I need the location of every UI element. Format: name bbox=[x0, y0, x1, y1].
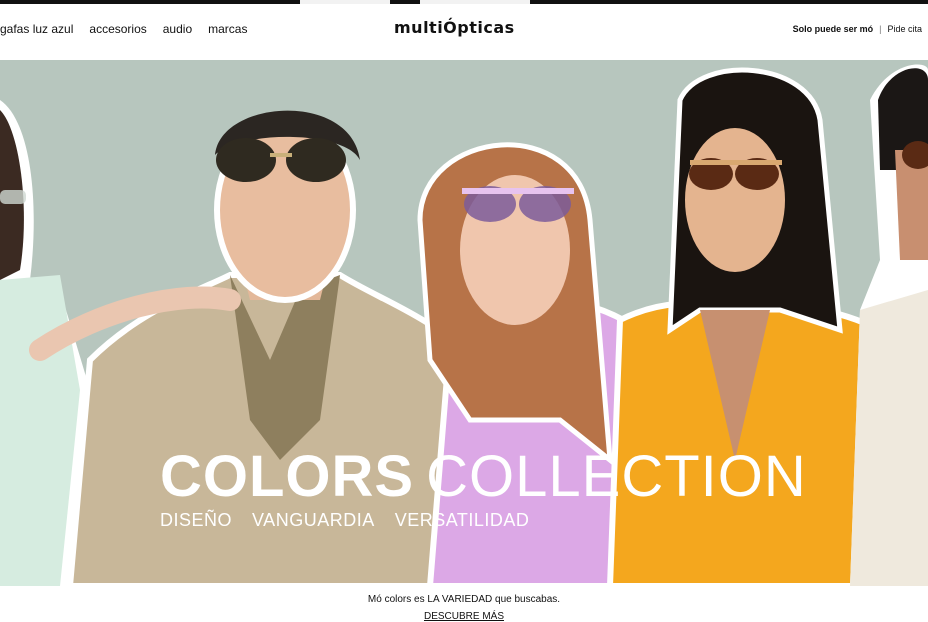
hero-title-bold: COLORS bbox=[160, 444, 415, 509]
nav-item-gafas-luz-azul[interactable]: gafas luz azul bbox=[0, 22, 73, 36]
hero-subtitle-word: VANGUARDIA bbox=[252, 510, 375, 530]
promo-link[interactable]: Solo puede ser mó bbox=[793, 24, 874, 34]
model-right-figure bbox=[850, 64, 928, 586]
nav-item-marcas[interactable]: marcas bbox=[208, 22, 247, 36]
appointment-link[interactable]: Pide cita bbox=[887, 24, 922, 34]
utility-links: Solo puede ser mó | Pide cita bbox=[793, 24, 922, 34]
main-nav: gafas luz azul accesorios audio marcas bbox=[0, 22, 247, 36]
nav-item-accesorios[interactable]: accesorios bbox=[89, 22, 146, 36]
hero-tagline: Mó colors es LA VARIEDAD que buscabas. bbox=[367, 594, 561, 605]
nav-item-audio[interactable]: audio bbox=[163, 22, 192, 36]
hero-subtitle-word: DISEÑO bbox=[160, 510, 233, 530]
site-header: gafas luz azul accesorios audio marcas m… bbox=[0, 4, 928, 60]
brand-logo[interactable]: multiÓpticas bbox=[394, 18, 515, 37]
hero-caption: Mó colors es LA VARIEDAD que buscabas. D… bbox=[0, 586, 928, 622]
hero-title-light: COLLECTION bbox=[426, 444, 807, 509]
discover-more-link[interactable]: DESCUBRE MÁS bbox=[424, 611, 504, 622]
hero-title: COLORS COLLECTION bbox=[160, 448, 807, 506]
discover-more-link-wrapper: DESCUBRE MÁS bbox=[0, 611, 928, 622]
utility-separator: | bbox=[879, 24, 882, 34]
hero-subtitle: DISEÑO VANGUARDIA VERSATILIDAD bbox=[160, 510, 529, 531]
hero-banner[interactable]: COLORS COLLECTION DISEÑO VANGUARDIA VERSA… bbox=[0, 60, 928, 586]
hero-subtitle-word: VERSATILIDAD bbox=[394, 510, 530, 530]
